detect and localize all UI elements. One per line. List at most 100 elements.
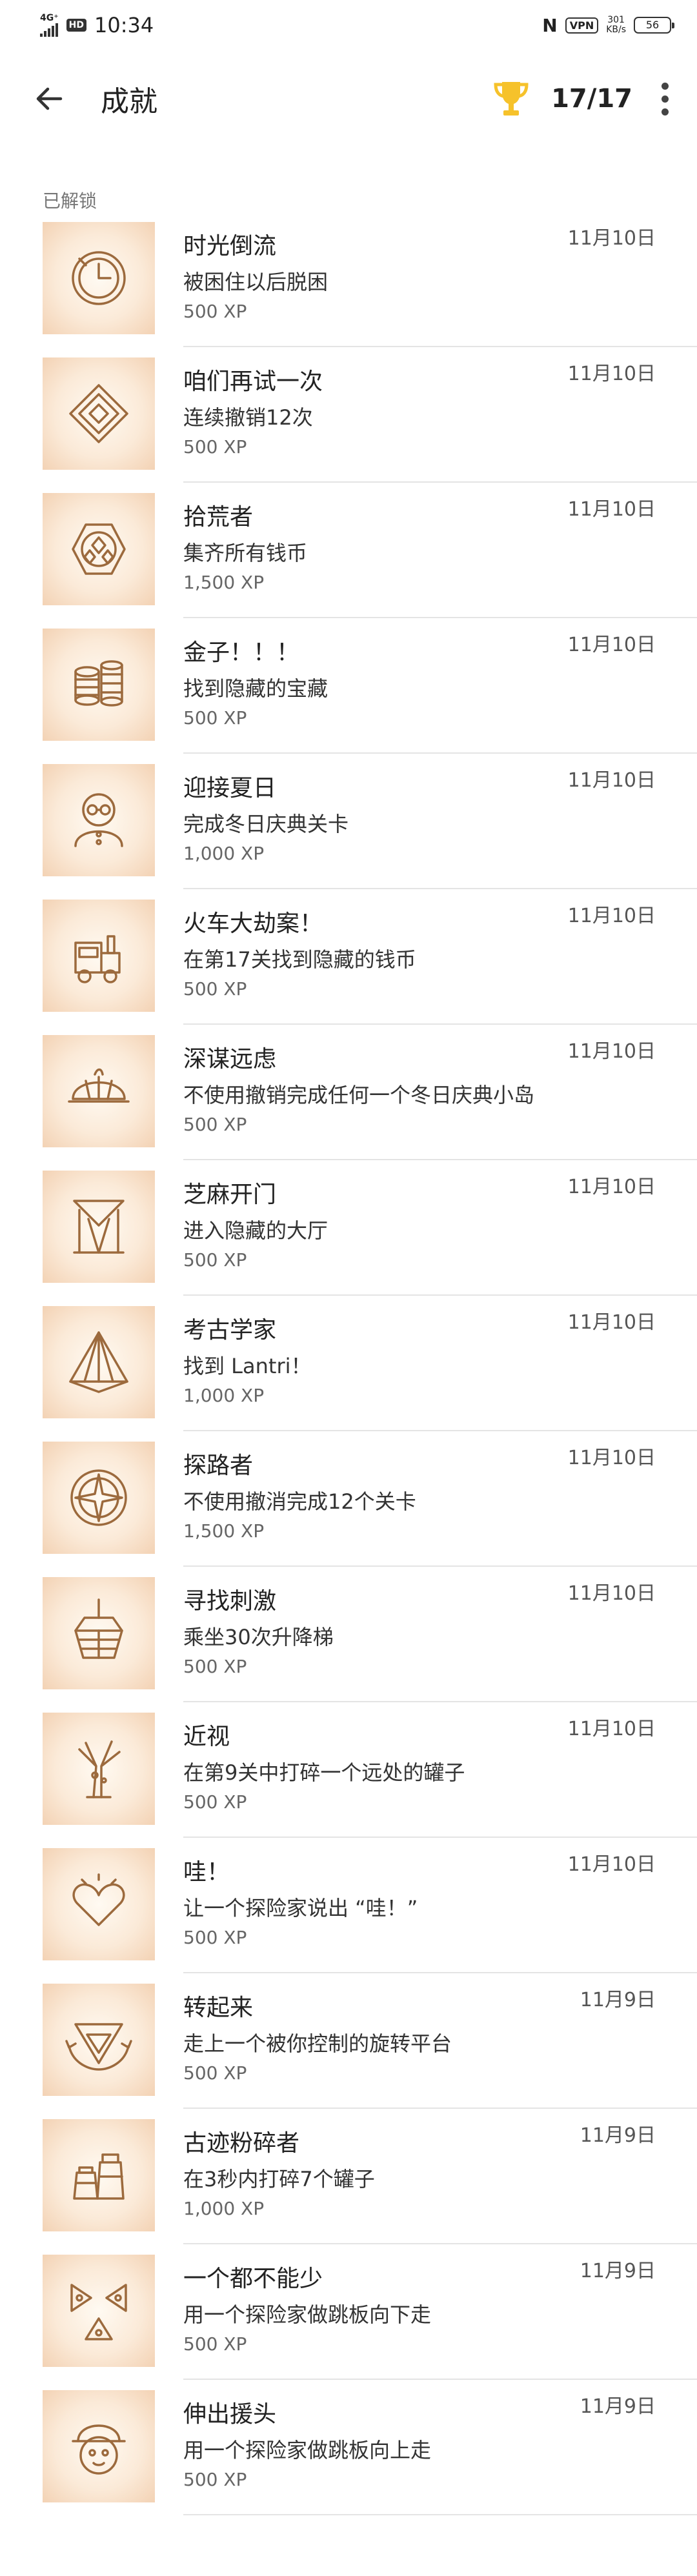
achievement-row[interactable]: 一个都不能少 用一个探险家做跳板向下走 500 XP 11月9日 <box>43 2244 697 2380</box>
achievement-date: 11月10日 <box>567 1311 656 1334</box>
achievement-description: 完成冬日庆典关卡 <box>183 812 349 836</box>
speed-unit: KB/s <box>606 25 626 35</box>
battery-level: 56 <box>645 19 660 31</box>
achievement-row[interactable]: 哇！ 让一个探险家说出 “哇！” 500 XP 11月10日 <box>43 1838 697 1973</box>
achievement-xp: 500 XP <box>183 1656 247 1677</box>
achievement-badge <box>43 900 155 1012</box>
achievement-description: 集齐所有钱币 <box>183 541 308 565</box>
page-title: 成就 <box>101 85 157 118</box>
train-icon <box>74 935 121 983</box>
achievement-row[interactable]: 考古学家 找到 Lantri！ 1,000 XP 11月10日 <box>43 1296 697 1431</box>
achievement-date: 11月10日 <box>567 1040 656 1063</box>
achievement-name: 芝麻开门 <box>183 1182 277 1208</box>
coin-stacks-icon <box>74 660 123 707</box>
achievement-description: 连续撤销12次 <box>183 405 313 430</box>
achievement-date: 11月9日 <box>580 1989 656 2011</box>
achievement-date: 11月10日 <box>567 1853 656 1876</box>
achievement-badge <box>43 1035 155 1147</box>
elevator-icon <box>74 1598 123 1659</box>
achievement-row[interactable]: 伸出援头 用一个探险家做跳板向上走 500 XP 11月9日 <box>43 2380 697 2515</box>
achievement-badge <box>43 629 155 741</box>
achievement-row[interactable]: 深谋远虑不使用撤销完成任何一个冬日庆典小岛 500 XP 11月10日 <box>43 1025 697 1160</box>
achievement-badge <box>43 2255 155 2367</box>
achievement-description: 找到隐藏的宝藏 <box>183 676 328 701</box>
more-button[interactable] <box>658 82 671 116</box>
achievement-badge <box>43 1171 155 1283</box>
achievement-row[interactable]: 近视 在第9关中打碎一个远处的罐子 500 XP 11月10日 <box>43 1702 697 1838</box>
achievement-xp: 500 XP <box>183 2469 247 2490</box>
achievement-name: 考古学家 <box>183 1317 277 1343</box>
achievement-description: 不使用撤销完成任何一个冬日庆典小岛 <box>183 1083 535 1107</box>
achievement-badge <box>43 1577 155 1689</box>
achievement-row[interactable]: 转起来 走上一个被你控制的旋转平台 500 XP 11月9日 <box>43 1973 697 2109</box>
divider <box>183 2514 697 2515</box>
achievement-row[interactable]: 咱们再试一次 连续撤销12次 500 XP 11月10日 <box>43 347 697 483</box>
nfc-icon: N <box>542 14 558 36</box>
achievement-row[interactable]: 迎接夏日 完成冬日庆典关卡 1,000 XP 11月10日 <box>43 754 697 889</box>
achievement-row[interactable]: 古迹粉碎者 在3秒内打碎7个罐子 1,000 XP 11月9日 <box>43 2109 697 2244</box>
achievement-xp: 500 XP <box>183 1249 247 1271</box>
achievement-name: 探路者 <box>183 1453 254 1479</box>
achievement-date: 11月10日 <box>567 769 656 792</box>
achievement-description: 在第9关中打碎一个远处的罐子 <box>183 1760 465 1785</box>
section-unlocked-label: 已解锁 <box>43 190 97 212</box>
achievement-badge <box>43 1848 155 1960</box>
achievement-name: 火车大劫案！ <box>183 911 323 937</box>
vpn-badge: VPN <box>565 17 599 34</box>
network-speed: 301 KB/s <box>606 15 626 35</box>
maze-icon <box>69 384 128 443</box>
achievement-name: 拾荒者 <box>183 504 254 530</box>
achievement-date: 11月9日 <box>580 2124 656 2147</box>
status-left: 4G⁺ HD 10:34 <box>40 13 154 37</box>
achievement-name: 深谋远虑 <box>183 1046 277 1072</box>
speed-value: 301 <box>607 15 625 25</box>
achievement-name: 近视 <box>183 1724 230 1750</box>
achievement-date: 11月10日 <box>567 1447 656 1469</box>
back-button[interactable] <box>30 79 68 118</box>
achievement-row[interactable]: 金子！！！ 找到隐藏的宝藏 500 XP 11月10日 <box>43 618 697 754</box>
achievement-badge <box>43 357 155 470</box>
achievement-description: 在3秒内打碎7个罐子 <box>183 2167 375 2191</box>
achievement-row[interactable]: 寻找刺激乘坐30次升降梯 500 XP 11月10日 <box>43 1567 697 1702</box>
achievement-description: 让一个探险家说出 “哇！” <box>183 1896 418 1920</box>
achievement-badge <box>43 1984 155 2096</box>
battery-icon: 56 <box>634 17 674 34</box>
snowman-icon <box>74 793 123 847</box>
achievement-xp: 500 XP <box>183 1927 247 1948</box>
achievement-description: 找到 Lantri！ <box>183 1354 312 1378</box>
achievement-xp: 500 XP <box>183 2333 247 2355</box>
achievement-name: 哇！ <box>183 1859 230 1886</box>
achievement-row[interactable]: 探路者不使用撤消完成12个关卡 1,500 XP 11月10日 <box>43 1431 697 1567</box>
achievement-row[interactable]: 火车大劫案！ 在第17关找到隐藏的钱币 500 XP 11月10日 <box>43 889 697 1025</box>
pyramid-icon <box>69 1331 128 1393</box>
achievement-row[interactable]: 时光倒流 被困住以后脱困 500 XP 11月10日 <box>43 212 697 347</box>
achievement-xp: 500 XP <box>183 1114 247 1135</box>
achievement-badge <box>43 493 155 605</box>
achievement-badge <box>43 764 155 876</box>
achievement-name: 迎接夏日 <box>183 775 277 801</box>
status-time: 10:34 <box>94 13 154 37</box>
achievement-xp: 1,500 XP <box>183 1520 265 1542</box>
achievement-xp: 500 XP <box>183 978 247 1000</box>
achievement-xp: 1,000 XP <box>183 2198 265 2219</box>
more-vertical-icon <box>661 82 669 90</box>
achievement-description: 不使用撤消完成12个关卡 <box>183 1489 416 1514</box>
rotate-icon <box>65 2023 132 2071</box>
signal-indicator: 4G⁺ <box>40 14 59 37</box>
triangles-icon <box>70 2284 127 2340</box>
achievement-xp: 500 XP <box>183 2062 247 2084</box>
achievement-row[interactable]: 芝麻开门 进入隐藏的大厅 500 XP 11月10日 <box>43 1160 697 1296</box>
achievement-name: 寻找刺激 <box>183 1588 277 1615</box>
achievement-description: 乘坐30次升降梯 <box>183 1625 334 1649</box>
achievement-row[interactable]: 拾荒者 集齐所有钱币 1,500 XP 11月10日 <box>43 483 697 618</box>
achievement-xp: 500 XP <box>183 707 247 729</box>
achievement-xp: 1,500 XP <box>183 572 265 593</box>
achievement-date: 11月10日 <box>567 1582 656 1605</box>
signal-icon <box>40 23 58 37</box>
status-bar: 4G⁺ HD 10:34 N VPN 301 KB/s 56 <box>0 0 697 50</box>
achievement-date: 11月10日 <box>567 634 656 656</box>
network-type: 4G⁺ <box>40 13 59 23</box>
status-right: N VPN 301 KB/s 56 <box>542 14 674 36</box>
achievement-date: 11月9日 <box>580 2395 656 2418</box>
gate-icon <box>73 1200 125 1254</box>
